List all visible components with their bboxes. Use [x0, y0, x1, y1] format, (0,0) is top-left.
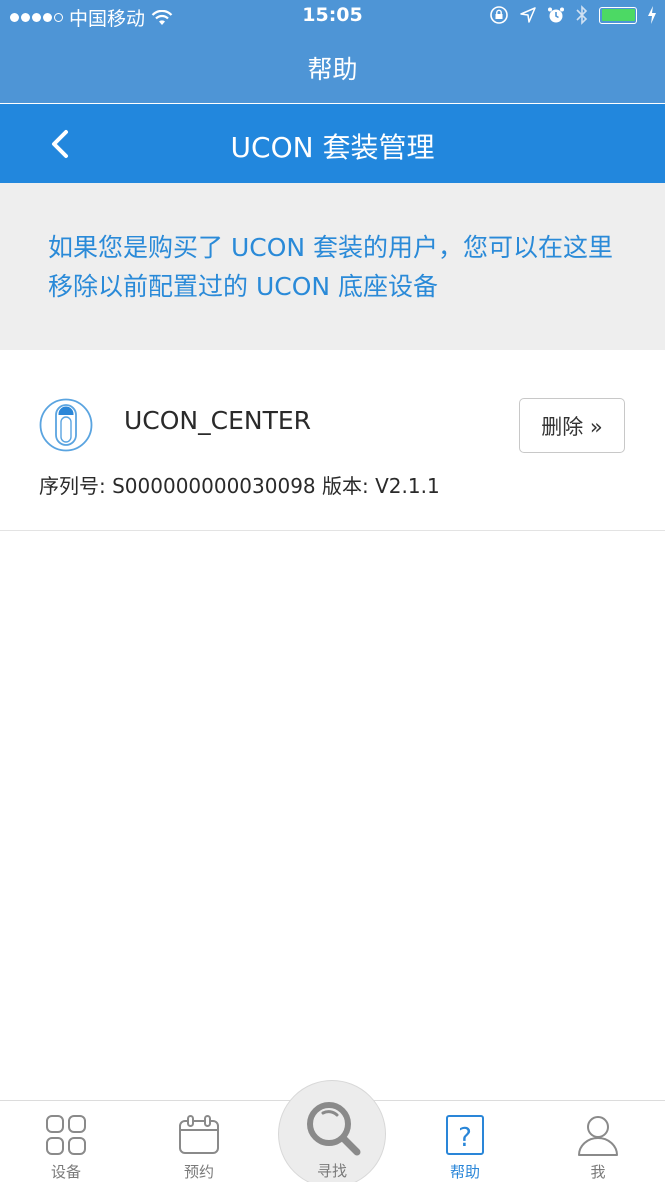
info-banner: 如果您是购买了 UCON 套装的用户，您可以在这里移除以前配置过的 UCON 底…	[0, 183, 665, 350]
tab-booking[interactable]: 预约	[149, 1101, 249, 1182]
status-bar: 中国移动 15:05	[0, 0, 665, 34]
battery-icon	[599, 6, 637, 24]
device-item: UCON_CENTER 删除 » 序列号: S000000000030098 版…	[0, 350, 665, 531]
location-icon	[520, 7, 536, 23]
status-right	[489, 5, 657, 25]
delete-button[interactable]: 删除 »	[519, 398, 625, 453]
tab-label: 寻找	[316, 1162, 347, 1180]
top-bar: 中国移动 15:05 帮助	[0, 0, 665, 103]
svg-text:?: ?	[458, 1123, 472, 1153]
alarm-icon	[548, 7, 564, 23]
page-header: UCON 套装管理	[0, 104, 665, 183]
bluetooth-icon	[576, 5, 588, 25]
grid-icon	[46, 1115, 86, 1155]
help-icon: ?	[446, 1115, 484, 1155]
calendar-icon	[179, 1115, 219, 1154]
nav-title: 帮助	[307, 55, 358, 84]
charging-icon	[648, 6, 656, 24]
tab-devices[interactable]: 设备	[16, 1101, 116, 1182]
rotation-lock-icon	[490, 6, 508, 24]
tab-search[interactable]: 寻找	[278, 1080, 386, 1182]
tab-me[interactable]: 我	[548, 1101, 648, 1182]
device-icon	[39, 398, 93, 452]
tab-help[interactable]: ? 帮助	[415, 1101, 515, 1182]
user-icon	[578, 1116, 618, 1156]
search-icon	[307, 1102, 361, 1156]
tab-label: 预约	[183, 1163, 214, 1181]
device-meta: 序列号: S000000000030098 版本: V2.1.1	[39, 474, 440, 498]
info-text: 如果您是购买了 UCON 套装的用户，您可以在这里移除以前配置过的 UCON 底…	[48, 233, 614, 301]
page-title: UCON 套装管理	[230, 131, 435, 164]
device-name: UCON_CENTER	[124, 406, 312, 435]
tab-label: 我	[590, 1163, 606, 1181]
tab-label: 帮助	[449, 1163, 480, 1181]
tab-label: 设备	[50, 1163, 81, 1181]
